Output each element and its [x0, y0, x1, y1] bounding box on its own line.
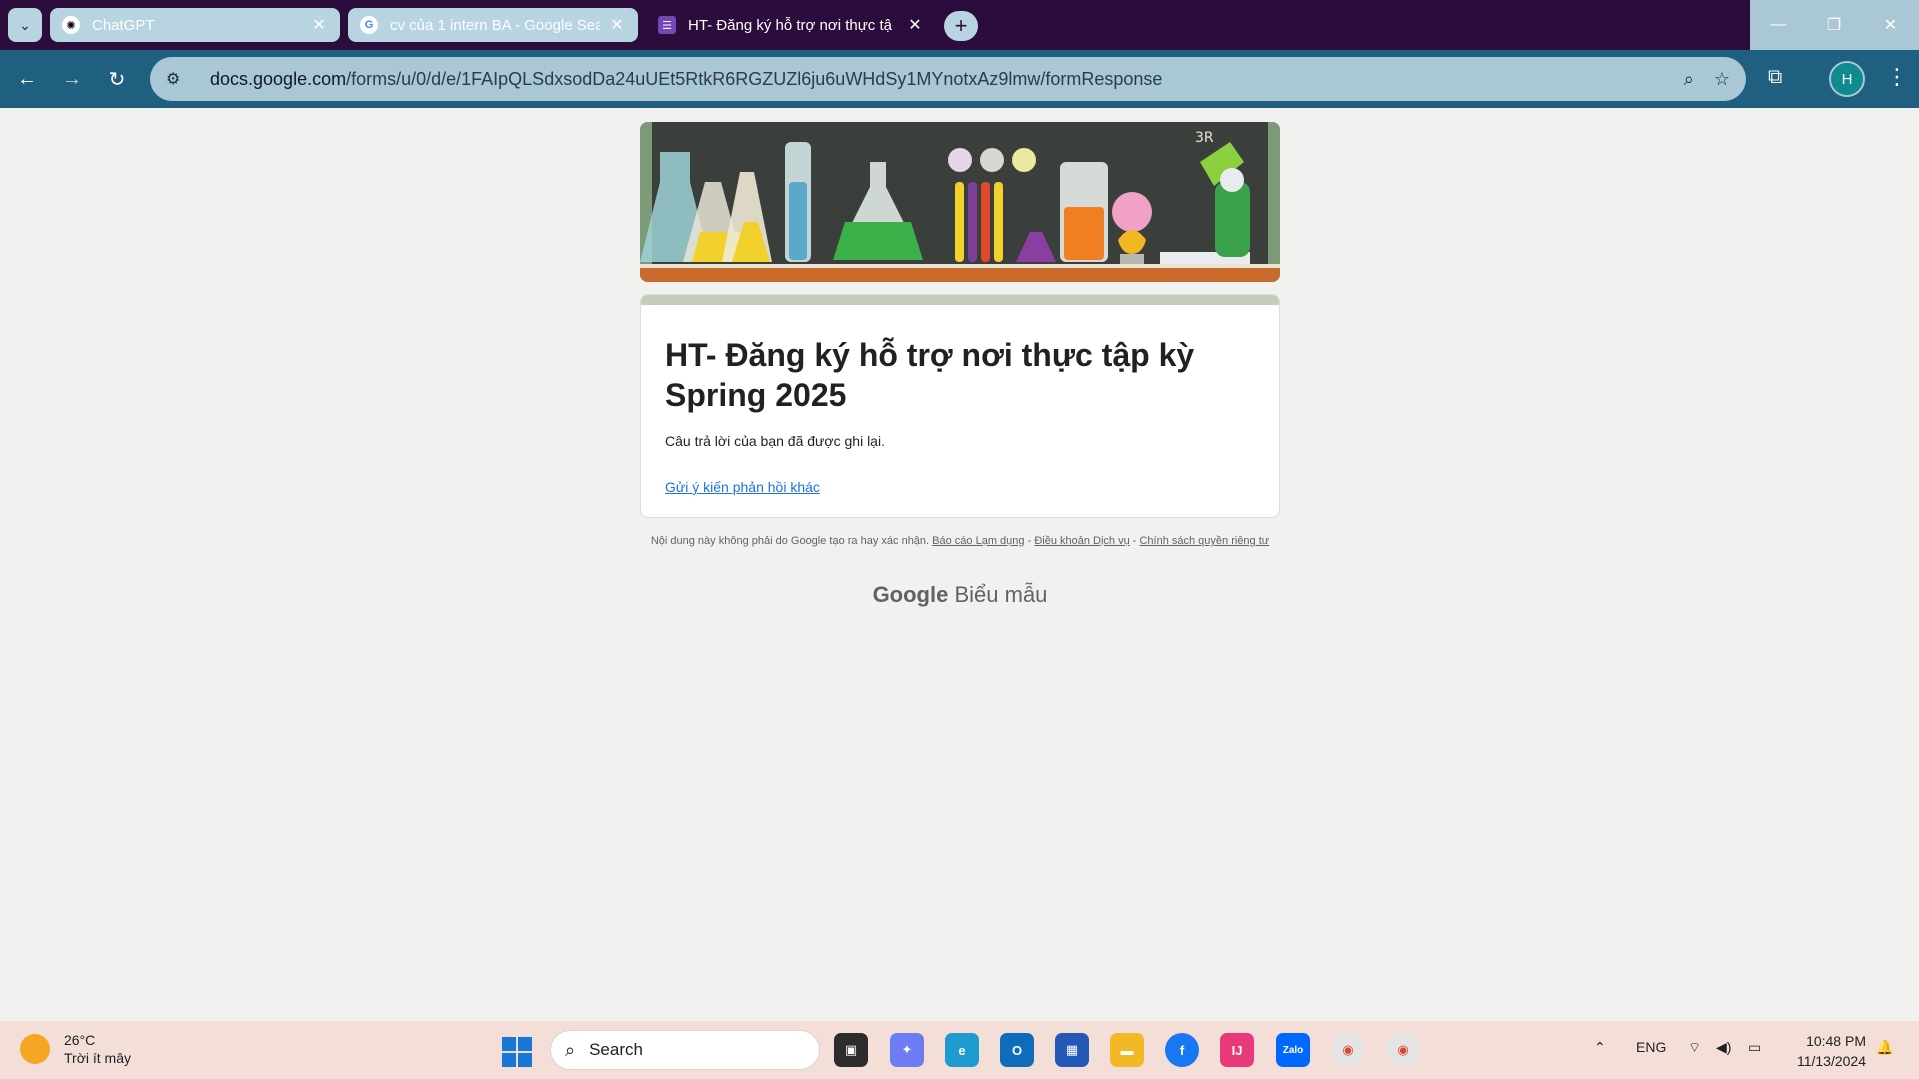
privacy-policy-link[interactable]: Chính sách quyền riêng tư	[1139, 535, 1269, 547]
response-card: HT- Đăng ký hỗ trợ nơi thực tập kỳ Sprin…	[640, 294, 1280, 518]
start-button[interactable]	[502, 1037, 532, 1067]
search-icon: ⌕	[565, 1039, 576, 1060]
task-view-icon[interactable]: ▣	[834, 1033, 868, 1067]
zalo-icon[interactable]: Zalo	[1276, 1033, 1310, 1067]
forms-icon: ☰	[658, 16, 676, 34]
submit-another-response-link[interactable]: Gửi ý kiến phản hồi khác	[665, 479, 820, 495]
back-button[interactable]: ←	[12, 64, 42, 94]
close-window-button[interactable]: ✕	[1862, 0, 1919, 50]
close-icon[interactable]: ✕	[310, 15, 328, 35]
windows-logo-pane	[502, 1037, 516, 1051]
arrow-right-icon: →	[62, 67, 82, 90]
disclaimer: Nội dung này không phải do Google tạo ra…	[650, 535, 1270, 547]
tab-google-search[interactable]: G cv của 1 intern BA - Google Sea ✕	[348, 8, 638, 42]
partly-cloudy-icon	[20, 1034, 50, 1064]
facebook-icon[interactable]: f	[1165, 1033, 1199, 1067]
disclaimer-text: Nội dung này không phải do Google tạo ra…	[650, 535, 930, 547]
url-host: docs.google.com	[210, 68, 347, 89]
avatar-initial: H	[1841, 70, 1853, 88]
extensions-icon[interactable]: ⧉	[1768, 66, 1782, 89]
jetbrains-icon[interactable]: IJ	[1220, 1033, 1254, 1067]
notification-bell-icon[interactable]: 🔔	[1876, 1039, 1893, 1056]
reload-icon: ↻	[108, 68, 126, 91]
report-abuse-link[interactable]: Báo cáo Lạm dụng	[932, 535, 1024, 547]
windows-taskbar: 26°C Trời ít mây ⌕ Search ▣ ✦ e O ▦ ▬ f …	[0, 1021, 1919, 1079]
windows-logo-pane	[518, 1037, 532, 1051]
more-menu-icon[interactable]: ⋮	[1886, 64, 1908, 90]
close-icon[interactable]: ✕	[608, 15, 626, 35]
chrome-profile-icon[interactable]: ◉	[1386, 1033, 1420, 1067]
url-path: /forms/u/0/d/e/1FAIpQLSdxsodDa24uUEt5Rtk…	[346, 68, 1163, 89]
chrome-icon[interactable]: ◉	[1331, 1033, 1365, 1067]
page-content: 3R HT- Đăng ký hỗ trợ nơi thực tập kỳ Sp…	[0, 108, 1919, 1021]
arrow-left-icon: ←	[17, 67, 37, 90]
new-tab-button[interactable]: +	[944, 11, 978, 41]
url-text[interactable]: docs.google.com/forms/u/0/d/e/1FAIpQLSdx…	[210, 69, 1684, 90]
forms-wordmark: Biểu mẫu	[954, 582, 1048, 607]
minimize-icon: —	[1770, 16, 1786, 33]
tab-google-form[interactable]: ☰ HT- Đăng ký hỗ trợ nơi thực tậ ✕	[646, 8, 936, 42]
close-icon[interactable]: ✕	[906, 15, 924, 35]
svg-text:3R: 3R	[1195, 130, 1214, 146]
zoom-icon[interactable]: ⌕	[1684, 69, 1694, 90]
wifi-icon[interactable]: ⌔	[1688, 1039, 1701, 1057]
edge-icon[interactable]: e	[945, 1033, 979, 1067]
tab-title: ChatGPT	[92, 16, 155, 34]
weather-widget[interactable]: 26°C Trời ít mây	[20, 1031, 131, 1067]
restore-icon: ❐	[1826, 17, 1842, 34]
volume-icon[interactable]: ◀)	[1716, 1039, 1731, 1056]
forward-button[interactable]: →	[57, 64, 87, 94]
battery-icon[interactable]: ▭	[1748, 1039, 1761, 1056]
input-language[interactable]: ENG	[1636, 1039, 1666, 1055]
weather-temperature: 26°C	[64, 1032, 96, 1048]
clock-time: 10:48 PM	[1806, 1033, 1866, 1049]
search-placeholder: Search	[589, 1040, 643, 1059]
form-header-banner: 3R	[640, 122, 1280, 282]
file-explorer-icon[interactable]: ▬	[1110, 1033, 1144, 1067]
windows-logo-pane	[518, 1053, 532, 1067]
close-icon: ✕	[1883, 17, 1898, 34]
reload-button[interactable]: ↻	[102, 64, 132, 94]
tab-search-button[interactable]: ⌄	[8, 8, 42, 42]
confirmation-message: Câu trả lời của bạn đã được ghi lại.	[665, 433, 885, 449]
tab-title: HT- Đăng ký hỗ trợ nơi thực tậ	[688, 16, 892, 34]
terms-of-service-link[interactable]: Điều khoản Dịch vụ	[1034, 535, 1129, 547]
google-wordmark: Google	[872, 582, 949, 607]
taskbar-search[interactable]: ⌕ Search	[550, 1030, 820, 1070]
form-title: HT- Đăng ký hỗ trợ nơi thực tập kỳ Sprin…	[665, 337, 1195, 413]
minimize-button[interactable]: —	[1750, 0, 1806, 50]
restore-button[interactable]: ❐	[1806, 0, 1862, 50]
tab-title: cv của 1 intern BA - Google Sea	[390, 16, 600, 34]
chevron-up-icon[interactable]: ⌃	[1594, 1039, 1606, 1056]
site-settings-icon[interactable]: ⚙	[166, 69, 188, 89]
outlook-icon[interactable]: O	[1000, 1033, 1034, 1067]
plus-icon: +	[954, 13, 968, 38]
weather-description: Trời ít mây	[64, 1050, 131, 1066]
google-icon: G	[360, 16, 378, 34]
system-clock[interactable]: 10:48 PM 11/13/2024	[1786, 1031, 1866, 1071]
address-bar[interactable]: ⚙ docs.google.com/forms/u/0/d/e/1FAIpQLS…	[150, 57, 1746, 101]
lab-illustration: 3R	[640, 122, 1280, 282]
profile-avatar[interactable]: H	[1829, 61, 1865, 97]
clock-date: 11/13/2024	[1796, 1053, 1866, 1069]
store-icon[interactable]: ▦	[1055, 1033, 1089, 1067]
copilot-icon[interactable]: ✦	[890, 1033, 924, 1067]
chevron-down-icon: ⌄	[19, 16, 31, 33]
chatgpt-icon: ✺	[62, 16, 80, 34]
tab-chatgpt[interactable]: ✺ ChatGPT ✕	[50, 8, 340, 42]
bookmark-star-icon[interactable]: ☆	[1714, 69, 1730, 90]
windows-logo-pane	[502, 1053, 516, 1067]
card-accent-bar	[641, 295, 1279, 305]
google-forms-logo[interactable]: Google Biểu mẫu	[640, 582, 1280, 608]
